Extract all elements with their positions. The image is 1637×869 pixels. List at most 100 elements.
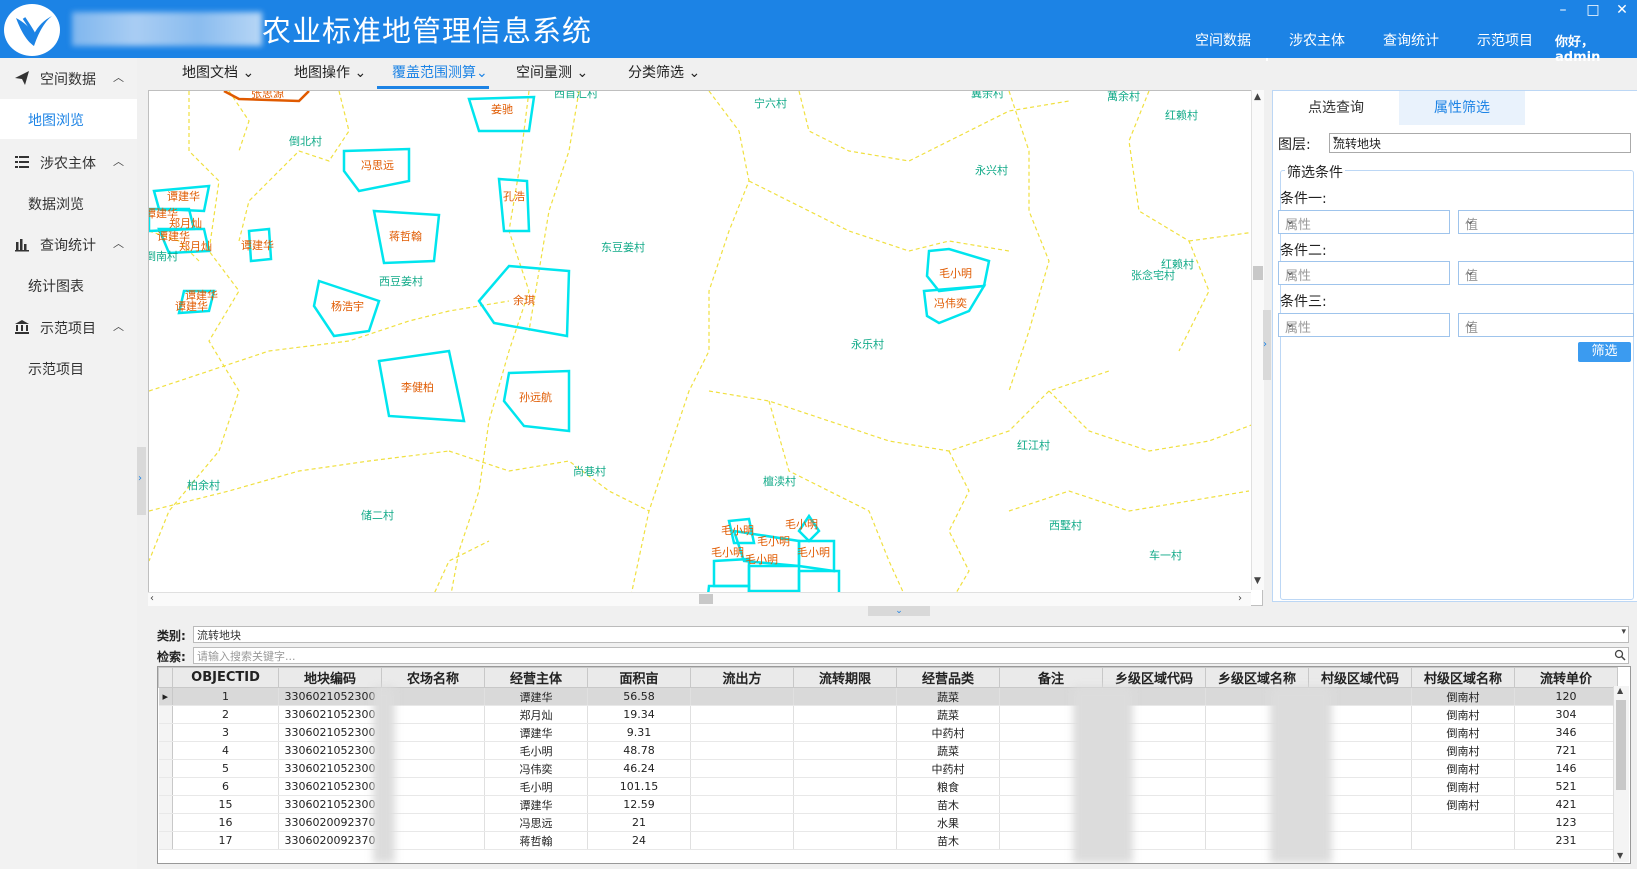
column-header[interactable]: 流出方 — [690, 667, 794, 688]
column-header[interactable]: 地块编码 — [278, 667, 382, 688]
sidebar-group-demo-project[interactable]: 示范项目 ︿ — [0, 307, 137, 347]
table-cell-out[interactable] — [690, 705, 794, 724]
column-header[interactable]: 流转单价 — [1514, 667, 1618, 688]
table-cell-area[interactable]: 21 — [587, 813, 691, 832]
expand-panel-right-icon[interactable]: › — [1263, 310, 1271, 380]
row-header[interactable] — [158, 723, 173, 742]
table-cell-id[interactable]: 16 — [172, 813, 279, 832]
condition-three-attribute-select[interactable]: 属性 ⌄ — [1278, 313, 1450, 337]
topnav-spatial-data[interactable]: 空间数据 — [1178, 30, 1268, 61]
sidebar-item-demo-project[interactable]: 示范项目 — [0, 348, 137, 388]
row-header[interactable] — [158, 831, 173, 850]
column-header[interactable]: 乡级区域代码 — [1102, 667, 1206, 688]
table-cell-vill-name[interactable]: 倒南村 — [1411, 759, 1515, 778]
menu-spatial-measure[interactable]: 空间量测 ⌄ — [516, 62, 588, 82]
condition-one-value-select[interactable]: 值 ⌄ — [1458, 210, 1634, 234]
row-header[interactable] — [158, 759, 173, 778]
tab-attribute-filter[interactable]: 属性筛选 — [1399, 91, 1525, 125]
table-cell-term[interactable] — [793, 777, 897, 796]
table-cell-price[interactable]: 146 — [1514, 759, 1618, 778]
menu-coverage-calc[interactable]: 覆盖范围测算⌄ — [392, 62, 488, 82]
scroll-down-icon[interactable]: ▼ — [1254, 576, 1261, 586]
table-cell-out[interactable] — [690, 777, 794, 796]
sidebar-item-data-browse[interactable]: 数据浏览 — [0, 183, 137, 223]
column-header[interactable]: 村级区域名称 — [1411, 667, 1515, 688]
table-cell-owner[interactable]: 谭建华 — [484, 723, 588, 742]
table-cell-out[interactable] — [690, 813, 794, 832]
category-select[interactable]: 流转地块 ▾ — [193, 626, 1629, 643]
table-cell-area[interactable]: 46.24 — [587, 759, 691, 778]
sidebar-item-stat-chart[interactable]: 统计图表 — [0, 265, 137, 305]
table-cell-price[interactable]: 231 — [1514, 831, 1618, 850]
sidebar-group-query-stats[interactable]: 查询统计 ︿ — [0, 224, 137, 264]
table-cell-owner[interactable]: 蒋哲翰 — [484, 831, 588, 850]
scroll-thumb[interactable] — [1616, 700, 1626, 790]
table-cell-vill-name[interactable] — [1411, 831, 1515, 850]
sidebar-group-spatial-data[interactable]: 空间数据 ︿ — [0, 58, 137, 98]
row-header[interactable] — [158, 777, 173, 796]
table-cell-owner[interactable]: 郑月灿 — [484, 705, 588, 724]
sidebar-item-map-browse[interactable]: 地图浏览 — [0, 99, 137, 139]
table-cell-out[interactable] — [690, 741, 794, 760]
maximize-icon[interactable]: □ — [1581, 1, 1605, 19]
table-cell-price[interactable]: 120 — [1514, 687, 1618, 706]
table-cell-out[interactable] — [690, 759, 794, 778]
menu-map-document[interactable]: 地图文档 ⌄ — [182, 62, 254, 82]
table-cell-farm[interactable] — [381, 813, 485, 832]
table-cell-farm[interactable] — [381, 705, 485, 724]
search-input[interactable]: 请输入搜索关键字... — [193, 647, 1629, 664]
table-cell-owner[interactable]: 冯思远 — [484, 813, 588, 832]
table-cell-owner[interactable]: 毛小明 — [484, 777, 588, 796]
current-row-indicator-icon[interactable]: ▸ — [158, 687, 173, 706]
table-cell-id[interactable]: 17 — [172, 831, 279, 850]
table-cell-farm[interactable] — [381, 831, 485, 850]
table-cell-area[interactable]: 19.34 — [587, 705, 691, 724]
table-cell-area[interactable]: 24 — [587, 831, 691, 850]
sidebar-collapse-handle[interactable]: › — [137, 447, 146, 515]
table-cell-id[interactable]: 5 — [172, 759, 279, 778]
row-header[interactable] — [158, 705, 173, 724]
scroll-thumb[interactable] — [699, 594, 713, 604]
table-cell-code[interactable]: 3306021052300 — [278, 705, 382, 724]
scroll-thumb[interactable] — [1253, 266, 1263, 280]
table-cell-out[interactable] — [690, 723, 794, 742]
condition-one-attribute-select[interactable]: 属性 ⌄ — [1278, 210, 1450, 234]
table-cell-term[interactable] — [793, 741, 897, 760]
table-cell-owner[interactable]: 冯伟奕 — [484, 759, 588, 778]
table-cell-id[interactable]: 4 — [172, 741, 279, 760]
table-cell-id[interactable]: 15 — [172, 795, 279, 814]
scroll-up-icon[interactable]: ▲ — [1617, 686, 1623, 695]
expand-panel-down-icon[interactable]: ⌄ — [868, 606, 930, 616]
table-cell-price[interactable]: 521 — [1514, 777, 1618, 796]
scroll-right-icon[interactable]: › — [1238, 593, 1242, 604]
table-cell-term[interactable] — [793, 705, 897, 724]
scroll-down-icon[interactable]: ▼ — [1617, 851, 1623, 860]
close-icon[interactable]: ✕ — [1610, 1, 1634, 19]
table-cell-type[interactable]: 中药村 — [896, 723, 1000, 742]
table-cell-type[interactable]: 蔬菜 — [896, 705, 1000, 724]
table-cell-code[interactable]: 3306021052300 — [278, 687, 382, 706]
user-greeting[interactable]: 你好，admin — [1555, 31, 1637, 65]
column-header[interactable]: 面积亩 — [587, 667, 691, 688]
table-cell-type[interactable]: 粮食 — [896, 777, 1000, 796]
table-cell-farm[interactable] — [381, 777, 485, 796]
row-header[interactable] — [158, 813, 173, 832]
table-cell-id[interactable]: 6 — [172, 777, 279, 796]
table-cell-type[interactable]: 苗木 — [896, 795, 1000, 814]
table-cell-code[interactable]: 3306021052300 — [278, 759, 382, 778]
column-header[interactable]: 经营主体 — [484, 667, 588, 688]
table-cell-out[interactable] — [690, 831, 794, 850]
table-cell-vill-name[interactable]: 倒南村 — [1411, 723, 1515, 742]
table-cell-price[interactable]: 421 — [1514, 795, 1618, 814]
sidebar-group-agri-entity[interactable]: 涉农主体 ︿ — [0, 142, 137, 182]
table-cell-term[interactable] — [793, 795, 897, 814]
table-cell-price[interactable]: 721 — [1514, 741, 1618, 760]
table-cell-owner[interactable]: 谭建华 — [484, 687, 588, 706]
table-cell-code[interactable]: 3306021052300 — [278, 795, 382, 814]
topnav-demo-project[interactable]: 示范项目 — [1460, 30, 1550, 50]
table-cell-code[interactable]: 3306021052300 — [278, 777, 382, 796]
map-canvas[interactable]: 西首汇村 宁六村 冀余村 萬余村 红赖村 倒北村 永兴村 东豆姜村 西豆姜村 红… — [148, 90, 1263, 606]
scroll-left-icon[interactable]: ‹ — [150, 593, 154, 604]
table-cell-type[interactable]: 蔬菜 — [896, 741, 1000, 760]
table-cell-price[interactable]: 346 — [1514, 723, 1618, 742]
